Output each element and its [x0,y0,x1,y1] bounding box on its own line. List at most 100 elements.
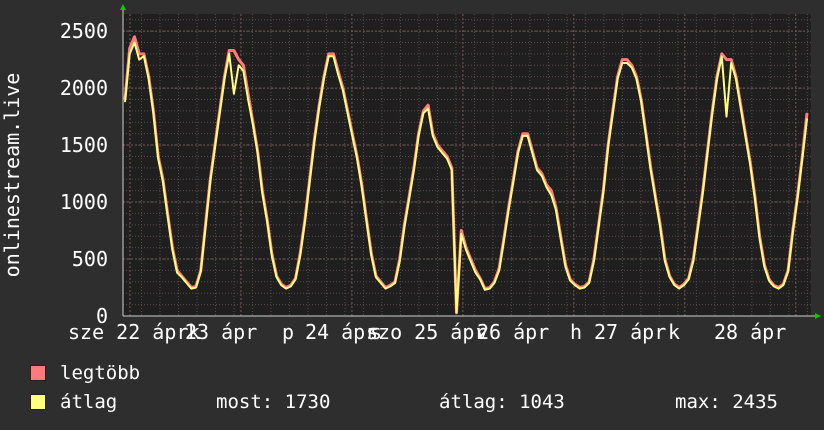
legend-label-atlag: átlag [60,391,118,413]
x-tick-overprint: k [668,320,680,344]
data-point-atlag [323,78,325,80]
data-point-legtobb [242,64,245,66]
data-point-atlag [190,288,192,290]
data-point-atlag [569,280,571,282]
data-point-atlag [650,169,652,171]
data-point-legtobb [522,133,524,135]
data-point-atlag [541,175,543,177]
x-tick-overprint: v [476,320,488,344]
data-point-legtobb [631,64,633,66]
data-point-atlag [124,101,126,103]
data-point-atlag [792,232,794,234]
data-point-atlag [645,135,647,137]
data-point-atlag [593,260,595,262]
data-point-atlag [730,62,732,64]
data-point-atlag [744,135,747,137]
data-point-atlag [763,266,765,268]
data-point-atlag [436,146,439,148]
data-point-atlag [673,284,675,286]
data-point-atlag [669,276,671,278]
data-point-atlag [365,220,368,223]
data-point-atlag [735,78,737,80]
data-point-atlag [474,272,477,274]
data-point-atlag [640,101,642,103]
data-point-atlag [346,112,349,114]
data-point-atlag [664,260,666,262]
stat-now: most: 1730 [216,391,331,413]
data-point-atlag [342,89,344,91]
data-point-atlag [560,237,562,240]
x-tick-label: 27 ápr [594,320,666,344]
data-point-atlag [238,64,240,66]
data-point-legtobb [427,104,429,106]
data-point-atlag [768,280,770,282]
data-point-legtobb [129,47,131,49]
data-point-atlag [706,152,709,154]
x-axis-arrow [815,313,821,319]
data-point-atlag [413,169,415,171]
data-point-atlag [678,288,680,290]
data-point-atlag [370,255,372,257]
x-tick-label: 28 ápr [714,320,786,344]
data-point-atlag [470,260,472,262]
data-point-atlag [219,112,221,114]
data-point-atlag [503,240,505,242]
data-point-atlag [299,255,301,257]
data-point-atlag [796,198,799,200]
data-point-atlag [427,107,429,110]
data-point-atlag [801,158,803,160]
data-point-atlag [200,270,202,273]
data-point-atlag [574,284,576,286]
data-point-atlag [579,288,581,290]
data-point-atlag [162,180,164,183]
data-point-atlag [375,276,377,278]
data-point-atlag [399,260,401,262]
data-point-atlag [773,285,775,287]
data-point-atlag [536,169,538,171]
data-point-atlag [408,198,410,200]
data-point-atlag [692,260,694,262]
data-point-atlag [394,282,396,284]
data-point-atlag [721,55,723,57]
data-point-atlag [512,180,514,183]
legend-swatch-legtobb [30,365,46,381]
data-point-legtobb [422,110,424,112]
y-tick-label: 500 [72,247,108,271]
data-point-atlag [242,70,245,72]
data-point-legtobb [730,58,732,61]
x-tick-label: szo 25 ápr [366,320,486,344]
data-point-atlag [332,55,334,57]
data-point-atlag [754,198,756,200]
data-point-atlag [143,55,145,57]
data-point-atlag [451,169,453,171]
data-point-atlag [654,198,657,200]
data-point-legtobb [806,112,808,114]
data-point-atlag [223,78,226,80]
data-point-atlag [787,270,789,273]
y-axis-arrow [120,4,126,10]
data-point-atlag [526,135,529,137]
x-tick-label: sze 22 ápr [68,320,188,344]
x-tick-overprint: h [570,320,582,344]
data-point-atlag [635,78,638,80]
data-point-atlag [204,226,207,228]
data-point-atlag [133,41,136,44]
data-point-atlag [545,186,548,188]
data-point-atlag [493,282,496,284]
data-point-atlag [209,180,211,183]
data-point-atlag [465,249,467,251]
data-point-atlag [422,112,424,114]
stat-max: max: 2435 [675,391,778,413]
data-point-atlag [446,158,448,160]
data-point-atlag [759,237,761,240]
y-tick-label: 1500 [60,133,108,157]
legend-label-legtobb: legtöbb [60,362,141,384]
legend-item-legtobb: legtöbb [30,362,140,384]
data-point-atlag [702,192,704,194]
data-point-atlag [455,311,458,314]
data-point-atlag [280,284,282,286]
data-point-atlag [432,135,434,137]
data-point-atlag [583,286,586,289]
data-point-atlag [716,78,718,80]
data-point-atlag [697,226,699,228]
